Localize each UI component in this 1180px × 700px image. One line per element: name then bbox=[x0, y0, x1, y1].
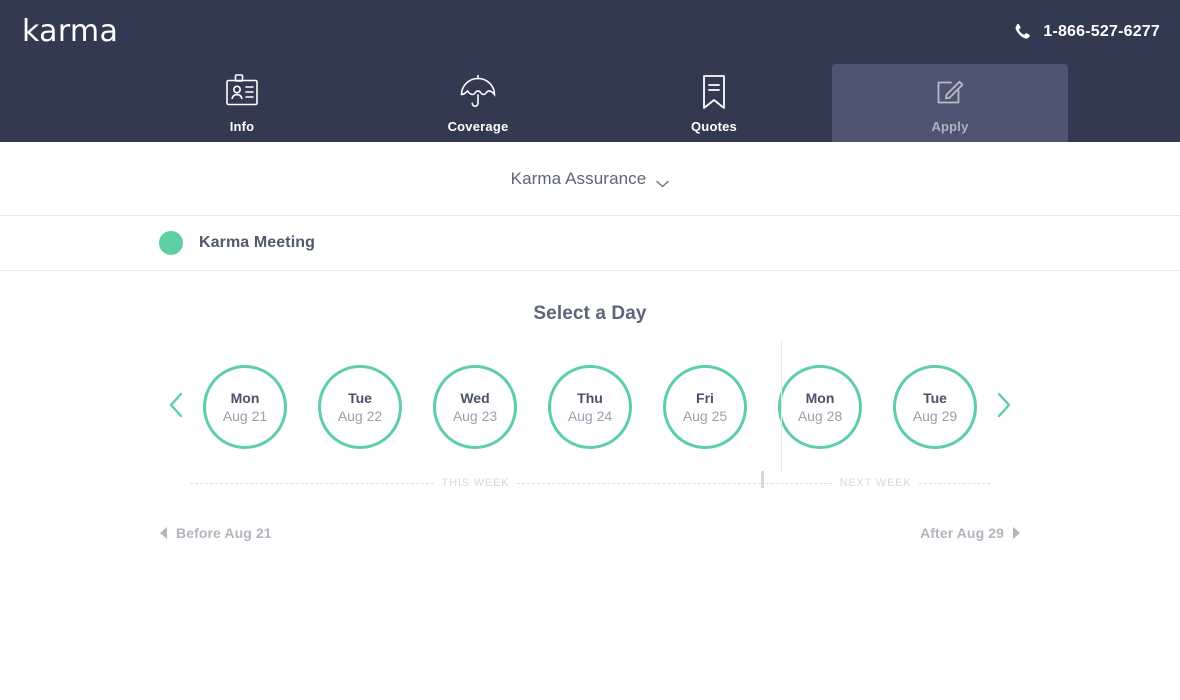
phone-icon bbox=[1012, 22, 1032, 42]
day-date: Aug 23 bbox=[452, 408, 498, 424]
after-date-label: After Aug 29 bbox=[920, 525, 1004, 541]
day-date: Aug 25 bbox=[682, 408, 728, 424]
day-dow: Mon bbox=[805, 390, 835, 406]
range-navigation: Before Aug 21 After Aug 29 bbox=[160, 525, 1020, 541]
day-option[interactable]: Wed Aug 23 bbox=[433, 365, 517, 449]
this-week-label: THIS WEEK bbox=[441, 477, 510, 489]
day-option[interactable]: Tue Aug 22 bbox=[318, 365, 402, 449]
bookmark-icon bbox=[698, 72, 730, 112]
day-dow: Wed bbox=[460, 390, 490, 406]
day-date: Aug 29 bbox=[912, 408, 958, 424]
week-legend: THIS WEEK NEXT WEEK bbox=[190, 471, 991, 489]
day-picker-section: Select a Day Mon Aug 21 Tue Aug 22 Wed A… bbox=[0, 271, 1180, 541]
day-picker: Mon Aug 21 Tue Aug 22 Wed Aug 23 Thu Aug… bbox=[0, 341, 1180, 473]
karma-logo[interactable]: karma bbox=[22, 17, 118, 47]
product-dropdown[interactable]: Karma Assurance bbox=[511, 169, 670, 189]
day-option[interactable]: Mon Aug 21 bbox=[203, 365, 287, 449]
nav-tab-label-quotes: Quotes bbox=[691, 119, 737, 134]
day-date: Aug 28 bbox=[797, 408, 843, 424]
week-divider bbox=[781, 341, 782, 473]
day-option[interactable]: Fri Aug 25 bbox=[663, 365, 747, 449]
nav-tab-apply[interactable]: Apply bbox=[832, 64, 1068, 142]
dash-line bbox=[919, 482, 991, 484]
day-option[interactable]: Tue Aug 29 bbox=[893, 365, 977, 449]
meeting-title: Karma Meeting bbox=[199, 234, 315, 251]
day-list: Mon Aug 21 Tue Aug 22 Wed Aug 23 Thu Aug… bbox=[193, 341, 987, 473]
day-date: Aug 22 bbox=[337, 408, 383, 424]
nav-tab-label-info: Info bbox=[229, 119, 255, 134]
day-dow: Mon bbox=[230, 390, 260, 406]
day-date: Aug 24 bbox=[567, 408, 613, 424]
meeting-row: Karma Meeting bbox=[0, 216, 1180, 271]
before-date-label: Before Aug 21 bbox=[176, 525, 272, 541]
triangle-left-icon bbox=[160, 527, 167, 539]
top-brand-bar: karma 1-866-527-6277 bbox=[0, 0, 1180, 64]
triangle-right-icon bbox=[1013, 527, 1020, 539]
umbrella-icon bbox=[458, 72, 498, 112]
week-tick-marker bbox=[761, 471, 764, 488]
after-date-link[interactable]: After Aug 29 bbox=[920, 525, 1020, 541]
nav-tab-quotes[interactable]: Quotes bbox=[596, 64, 832, 142]
support-phone[interactable]: 1-866-527-6277 bbox=[1012, 22, 1160, 42]
next-week-segment: NEXT WEEK bbox=[761, 477, 991, 489]
chevron-right-icon bbox=[996, 392, 1012, 423]
day-option[interactable]: Thu Aug 24 bbox=[548, 365, 632, 449]
id-badge-icon bbox=[224, 72, 260, 112]
day-date: Aug 21 bbox=[222, 408, 268, 424]
nav-tab-label-coverage: Coverage bbox=[447, 119, 509, 134]
next-week-label: NEXT WEEK bbox=[839, 477, 912, 489]
next-days-button[interactable] bbox=[987, 385, 1021, 429]
status-dot-icon bbox=[159, 231, 183, 255]
day-dow: Tue bbox=[923, 390, 947, 406]
dash-line bbox=[761, 482, 832, 484]
day-option[interactable]: Mon Aug 28 bbox=[778, 365, 862, 449]
day-dow: Fri bbox=[696, 390, 714, 406]
chevron-left-icon bbox=[168, 392, 184, 423]
chevron-down-icon bbox=[656, 175, 670, 187]
nav-tab-label-apply: Apply bbox=[931, 119, 969, 134]
this-week-segment: THIS WEEK bbox=[190, 477, 761, 489]
edit-pencil-square-icon bbox=[933, 72, 967, 112]
dash-line bbox=[517, 482, 761, 484]
prev-days-button[interactable] bbox=[159, 385, 193, 429]
product-selector-bar: Karma Assurance bbox=[0, 142, 1180, 216]
page-title: Select a Day bbox=[533, 303, 647, 324]
main-navigation: Info Coverage Quotes Apply bbox=[0, 64, 1180, 142]
product-name: Karma Assurance bbox=[510, 168, 647, 188]
before-date-link[interactable]: Before Aug 21 bbox=[160, 525, 272, 541]
nav-tab-coverage[interactable]: Coverage bbox=[360, 64, 596, 142]
nav-tab-info[interactable]: Info bbox=[124, 64, 360, 142]
dash-line bbox=[190, 482, 434, 484]
phone-number: 1-866-527-6277 bbox=[1043, 23, 1160, 40]
day-dow: Tue bbox=[348, 390, 372, 406]
day-dow: Thu bbox=[577, 390, 603, 406]
